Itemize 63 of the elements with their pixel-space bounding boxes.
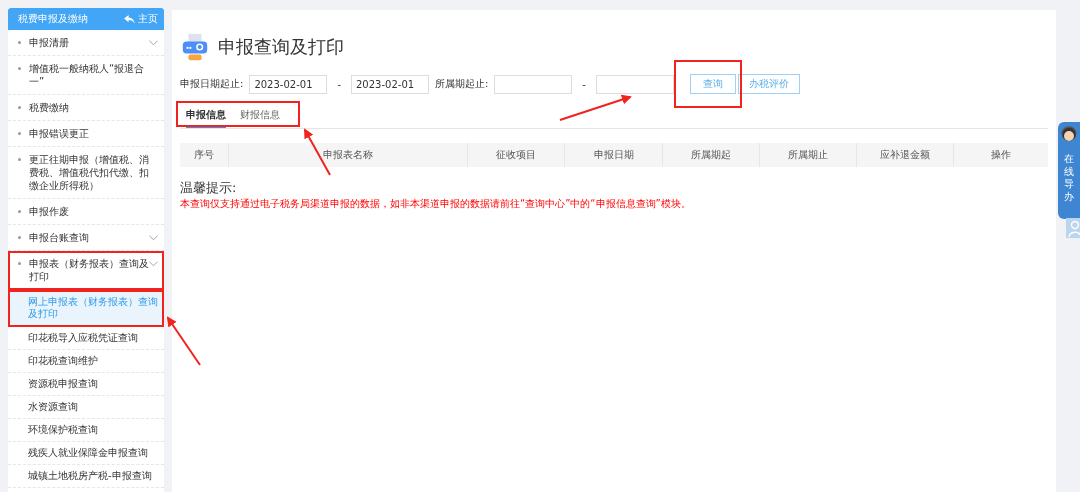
range-separator: - [582,78,586,90]
date-from-field[interactable]: 2023-02-01 [249,74,328,94]
online-guide-widget[interactable]: 在线导办 [1058,122,1080,219]
filter-label: 申报日期起止: [180,77,244,91]
tab[interactable]: 申报信息 [186,104,226,128]
sidebar-item[interactable]: 申报清册 [8,30,164,56]
column-header: 序号 [180,143,230,167]
column-header: 申报日期 [565,143,663,167]
column-header: 操作 [989,148,1012,162]
page-title: 申报查询及打印 [218,35,344,59]
sidebar-subitem[interactable]: 印花税导入应税凭证查询 [8,327,164,350]
sidebar-item-label: 增值税一般纳税人“报退合一” [29,62,146,88]
bullet-icon [18,236,21,239]
sidebar-subitem[interactable]: 资源税申报查询 [8,373,164,396]
notice-title: 温馨提示: [180,179,237,197]
pointer-arrow [166,316,201,366]
tab[interactable]: 财报信息 [240,104,280,128]
sidebar-item-label: 申报清册 [29,36,70,49]
period-from-field[interactable] [494,74,573,94]
person-icon[interactable] [1066,218,1080,238]
sidebar-item[interactable]: 申报台账查询 [8,225,164,251]
sidebar-item[interactable]: 申报作废 [8,199,164,225]
notice-text: 本查询仅支持通过电子税务局渠道申报的数据，如非本渠道申报的数据请前往“查询中心”中的“申报信息查询”模块。 [180,197,692,211]
sidebar-subitem[interactable]: 残疾人就业保障金申报查询 [8,442,164,465]
bullet-icon [18,210,21,213]
sidebar-item-label: 申报作废 [29,205,70,218]
column-header: 应补退金额 [856,143,954,167]
highlight-box [673,60,742,108]
sidebar-subitem[interactable]: 环境保护税查询 [8,419,164,442]
sidebar-item-label: 税费缴纳 [29,101,70,114]
period-to-field[interactable] [595,74,674,94]
sidebar-item[interactable]: 增值税一般纳税人“报退合一” [8,56,164,95]
date-to-field[interactable]: 2023-02-01 [351,74,429,94]
chevron-down-icon [149,261,158,267]
filter-label: 所属期起止: [435,77,489,91]
bullet-icon [18,262,21,265]
sidebar-item-label: 申报台账查询 [29,231,90,244]
sidebar-item-label: 申报表（财务报表）查询及打印 [29,257,149,283]
chevron-down-icon [149,40,158,46]
chevron-down-icon [149,235,158,241]
back-arrow-icon [124,14,135,24]
sidebar-subitem[interactable]: 印花税查询维护 [8,350,164,373]
bullet-icon [18,132,21,135]
range-separator: - [337,78,341,90]
bullet-icon [18,41,21,44]
sidebar-item[interactable]: 申报表（财务报表）查询及打印 [8,251,164,290]
column-header: 征收项目 [468,143,566,167]
printer-search-icon [180,32,210,62]
sidebar-item-label: 申报错误更正 [29,127,90,140]
sidebar-item[interactable]: 更正往期申报（增值税、消费税、增值税代扣代缴、扣缴企业所得税） [8,147,164,199]
column-header: 所属期止 [759,143,857,167]
bullet-icon [18,158,21,161]
bullet-icon [18,67,21,70]
column-header: 所属期起 [662,143,760,167]
column-header: 申报表名称 [229,143,469,167]
sidebar-subitem[interactable]: 水资源查询 [8,396,164,419]
bullet-icon [18,106,21,109]
sidebar-item[interactable]: 税费缴纳 [8,95,164,121]
sidebar-subitem[interactable]: 城镇土地税房产税-申报查询 [8,465,164,488]
sidebar-item[interactable]: 申报错误更正 [8,121,164,147]
widget-label: 在线导办 [1064,153,1074,203]
sidebar-item-label: 更正往期申报（增值税、消费税、增值税代扣代缴、扣缴企业所得税） [29,153,150,192]
sidebar-title: 税费申报及缴纳 [18,12,88,26]
